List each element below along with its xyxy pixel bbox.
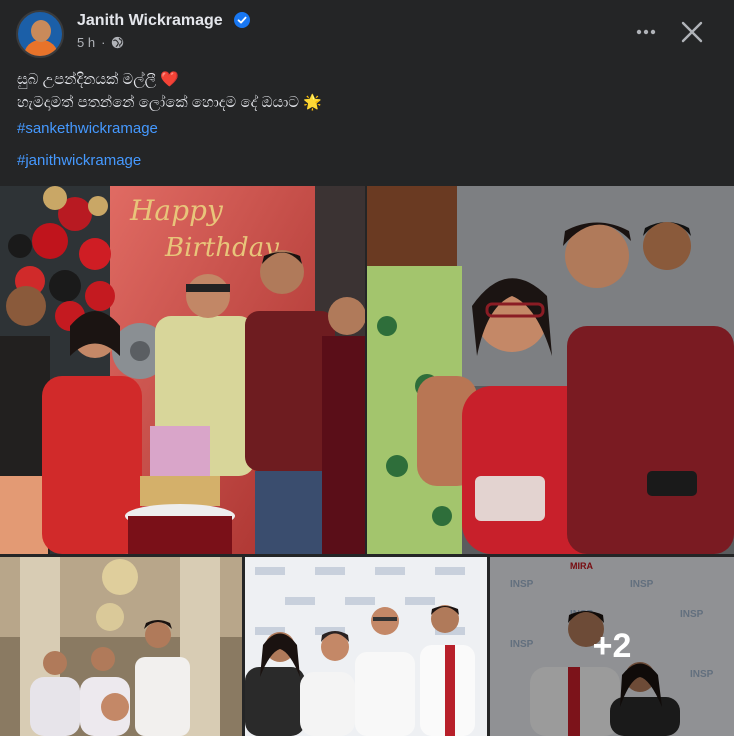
banner-text: Happy xyxy=(129,194,224,227)
photo-grid: Happy Birthday INSP INSP INSP INSP INSP … xyxy=(0,186,734,736)
photo-3-image xyxy=(0,557,242,736)
hashtag-link[interactable]: #janithwickramage xyxy=(17,152,141,169)
post-header: Janith Wickramage 5 h · xyxy=(0,0,734,62)
globe-icon[interactable] xyxy=(111,36,124,49)
photo-2-image xyxy=(367,186,734,554)
caption-line: සුබ උපන්දිනයක් මල්ලී ❤️ xyxy=(17,71,179,88)
caption-line: හැමදාමත් පතන්නේ ලෝකේ හොදම දේ ඔයාට 🌟 xyxy=(17,94,322,111)
photo-4-image xyxy=(245,557,487,736)
photo-1[interactable]: Happy Birthday xyxy=(0,186,365,554)
post-meta: 5 h · xyxy=(77,35,124,50)
hashtag-link[interactable]: #sankethwickramage xyxy=(17,120,158,137)
photo-4[interactable] xyxy=(245,557,487,736)
photo-5[interactable]: INSP INSP INSP INSP INSP INSP MIRA +2 xyxy=(490,557,734,736)
photo-3[interactable] xyxy=(0,557,242,736)
meta-separator: · xyxy=(101,35,106,50)
author-avatar[interactable] xyxy=(16,10,64,58)
author-name[interactable]: Janith Wickramage xyxy=(77,12,223,30)
banner-text: Birthday xyxy=(164,233,279,263)
photo-1-image: Happy Birthday xyxy=(0,186,365,554)
verified-badge-icon xyxy=(234,12,250,28)
more-photos-overlay[interactable]: +2 xyxy=(490,557,734,736)
more-options-icon[interactable] xyxy=(630,16,662,48)
photo-2[interactable] xyxy=(367,186,734,554)
close-icon[interactable] xyxy=(676,16,708,48)
post-time[interactable]: 5 h xyxy=(77,35,95,50)
post-caption: සුබ උපන්දිනයක් මල්ලී ❤️ හැමදාමත් පතන්නේ … xyxy=(17,68,717,114)
